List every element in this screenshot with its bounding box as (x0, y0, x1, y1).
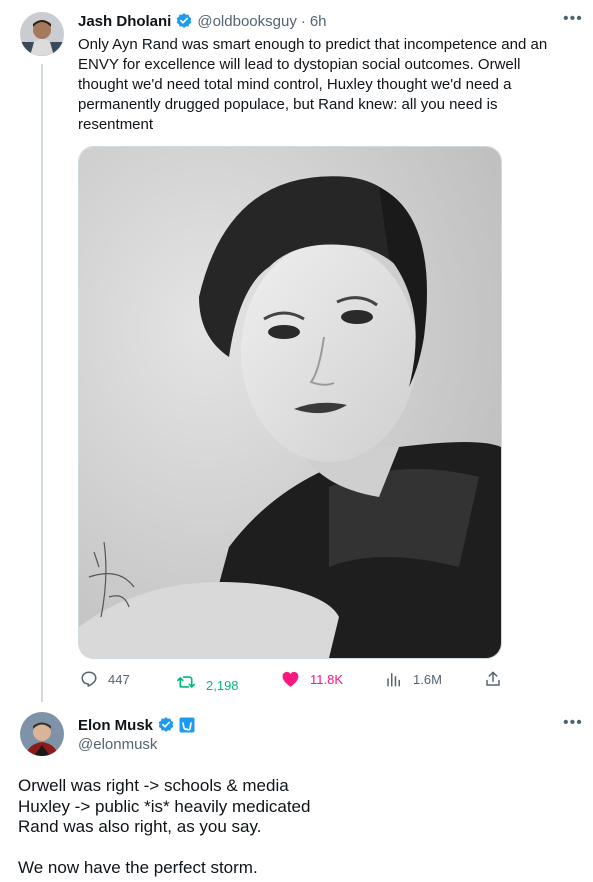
reply-author-handle[interactable]: @elonmusk (78, 736, 157, 753)
views-button[interactable]: 1.6M (385, 670, 442, 688)
tweet-photo[interactable] (78, 146, 502, 659)
thread-connector (41, 64, 43, 702)
reply-count: 447 (108, 671, 130, 687)
like-button[interactable]: 11.8K (281, 670, 343, 688)
views-count: 1.6M (413, 671, 442, 687)
reply-line: Huxley -> public *is* heavily medicated (18, 796, 311, 816)
tweet-text: Only Ayn Rand was smart enough to predic… (78, 36, 548, 133)
author-handle[interactable]: @oldbooksguy (197, 13, 296, 30)
author-avatar[interactable] (20, 12, 64, 56)
reply-author-avatar[interactable] (20, 712, 64, 756)
reply-author-name[interactable]: Elon Musk (78, 717, 153, 734)
more-icon[interactable]: ••• (563, 714, 583, 732)
portrait-photo (79, 147, 501, 658)
share-icon (484, 670, 502, 688)
views-icon (385, 670, 403, 688)
reply-line: We now have the perfect storm. (18, 858, 258, 877)
retweet-button[interactable]: 2,198 (176, 670, 239, 693)
reply-line (18, 838, 578, 859)
tweet-time[interactable]: 6h (310, 13, 327, 30)
reply-icon (80, 670, 98, 688)
share-button[interactable] (484, 670, 502, 693)
like-icon (281, 670, 300, 688)
verified-icon (157, 716, 175, 734)
reply-line: Rand was also right, as you say. (18, 817, 262, 836)
affiliate-badge-icon[interactable] (179, 717, 195, 733)
time-separator: · (300, 12, 306, 30)
author-name[interactable]: Jash Dholani (78, 13, 171, 30)
like-count: 11.8K (310, 671, 344, 687)
retweet-icon (176, 673, 196, 691)
verified-icon (175, 12, 193, 30)
reply-line: Orwell was right -> schools & media (18, 776, 289, 795)
retweet-count: 2,198 (206, 678, 239, 693)
reply-button[interactable]: 447 (80, 670, 130, 688)
reply-text: Orwell was right -> schools & media Huxl… (18, 776, 578, 879)
more-icon[interactable]: ••• (563, 10, 583, 28)
